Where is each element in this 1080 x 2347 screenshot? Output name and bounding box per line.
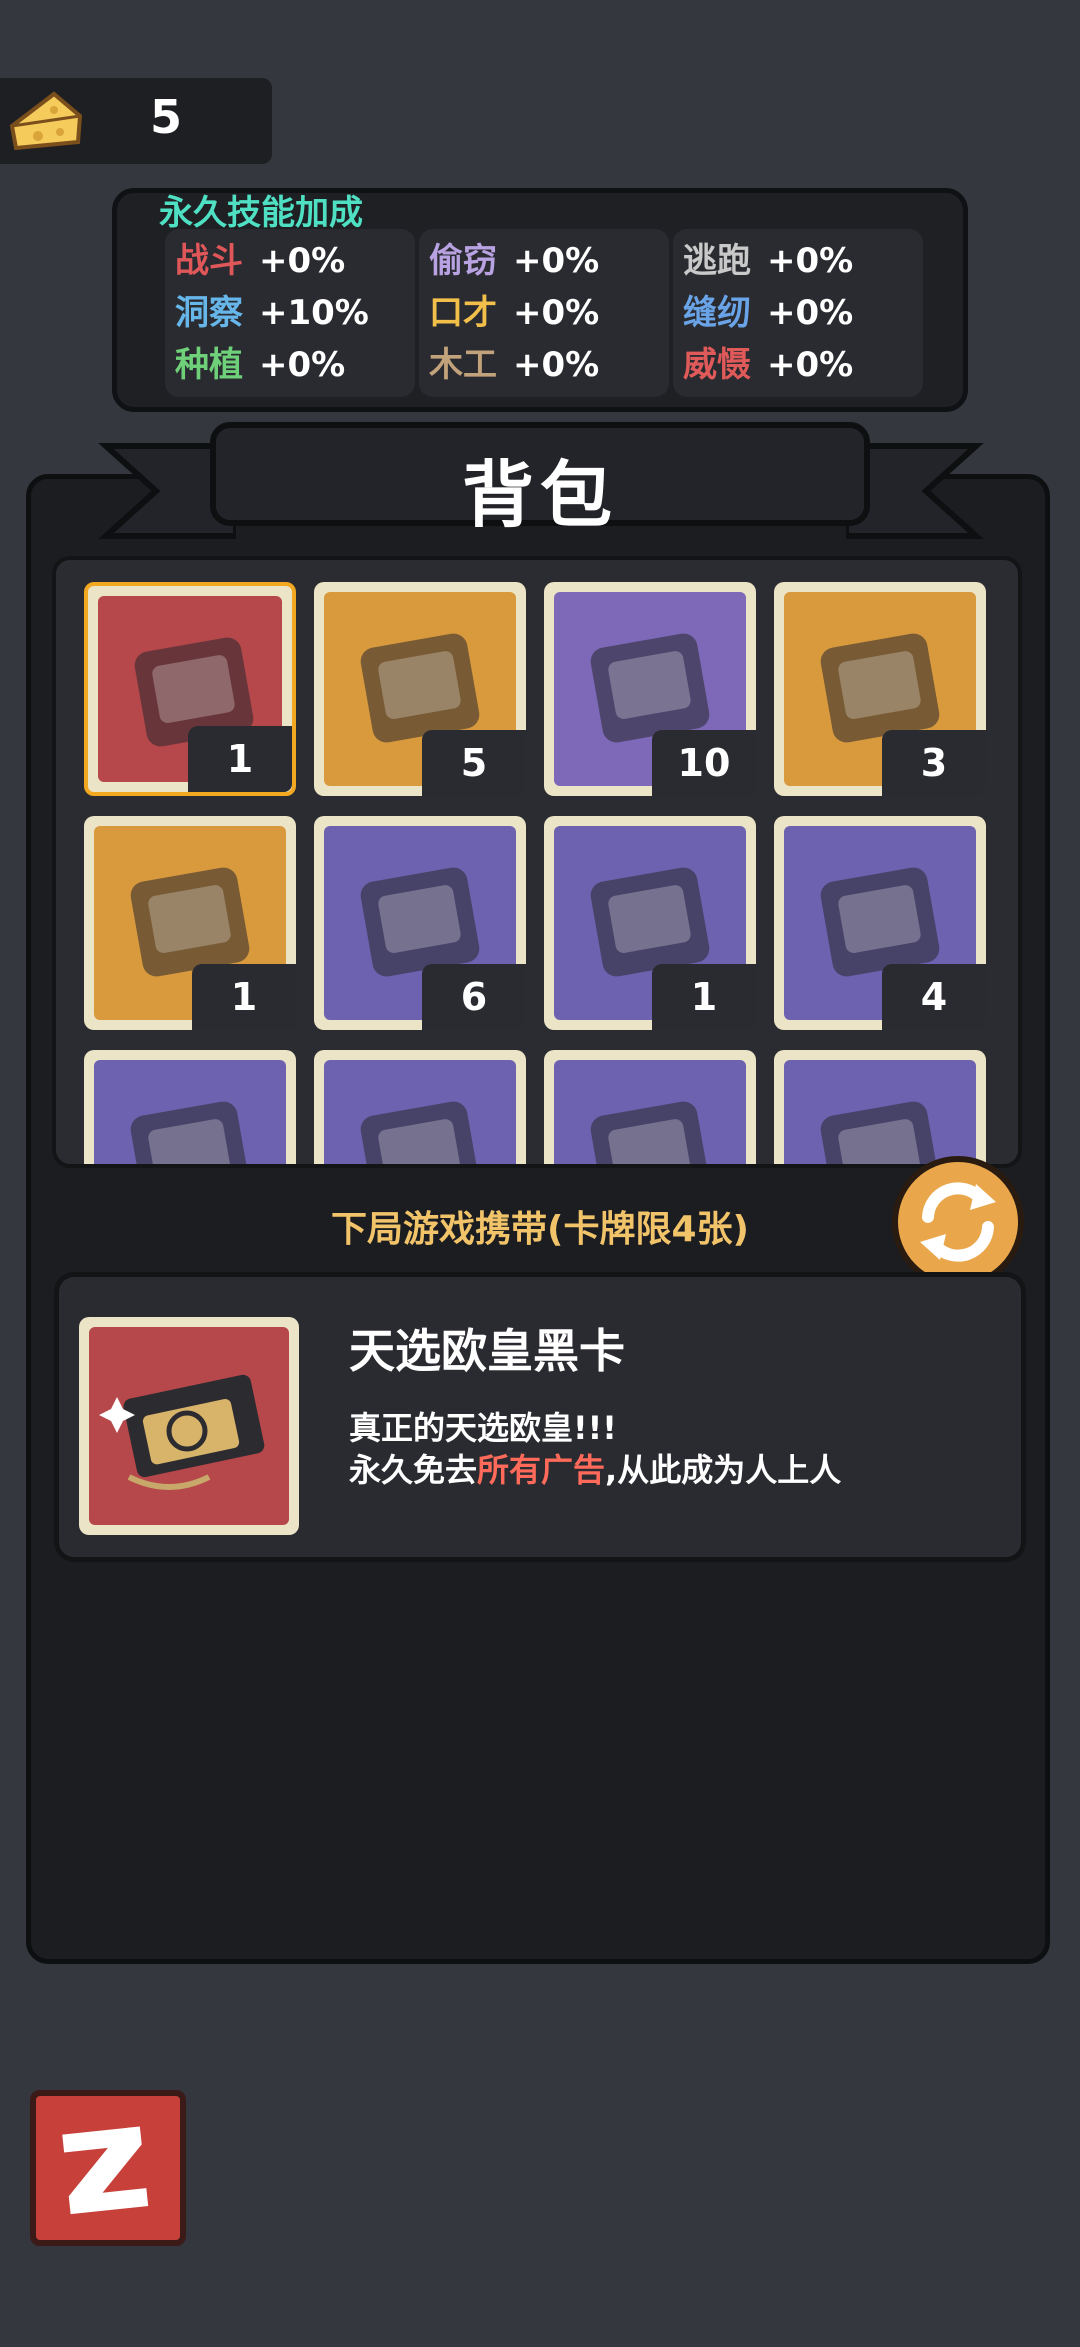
back-icon xyxy=(62,2126,149,2215)
item-card-wallet-coins[interactable]: 1 xyxy=(544,816,756,1030)
refresh-button[interactable] xyxy=(892,1156,1024,1288)
skill-name: 战斗 xyxy=(175,241,243,281)
item-grid[interactable]: 1 5 10 3 1 6 1 4 xyxy=(52,556,1022,1168)
skill-row: 逃跑 +0% xyxy=(683,233,853,285)
item-quantity: 1 xyxy=(188,726,292,792)
skill-value: +0% xyxy=(767,293,854,333)
skill-value: +10% xyxy=(259,293,369,333)
item-quantity: 3 xyxy=(882,730,986,796)
skill-row: 偷窃 +0% xyxy=(429,233,599,285)
item-card-green-packet[interactable] xyxy=(774,1050,986,1164)
skill-value: +0% xyxy=(259,345,346,385)
skill-name: 口才 xyxy=(429,293,497,333)
item-detail-panel: 天选欧皇黑卡 真正的天选欧皇!!! 永久免去所有广告,从此成为人上人 xyxy=(54,1272,1026,1562)
skill-row: 木工 +0% xyxy=(429,337,599,389)
cheese-count: 5 xyxy=(150,90,183,144)
cheese-icon xyxy=(9,91,83,151)
item-card-paper-bag[interactable] xyxy=(84,1050,296,1164)
item-card-steak-bag[interactable]: 1 xyxy=(84,816,296,1030)
skill-row: 口才 +0% xyxy=(429,285,599,337)
blue-tin-box-icon xyxy=(324,1060,516,1164)
skill-value: +0% xyxy=(767,241,854,281)
skill-value: +0% xyxy=(513,345,600,385)
skill-name: 洞察 xyxy=(175,293,243,333)
item-quantity: 6 xyxy=(422,964,526,1030)
item-card-black-card[interactable]: 1 xyxy=(84,582,296,796)
green-packet-icon xyxy=(784,1060,976,1164)
item-quantity: 1 xyxy=(652,964,756,1030)
item-card-blue-notes-bag[interactable]: 6 xyxy=(314,816,526,1030)
skill-name: 威慑 xyxy=(683,345,751,385)
paper-bag-icon xyxy=(94,1060,286,1164)
item-quantity: 10 xyxy=(652,730,756,796)
skill-value: +0% xyxy=(513,241,600,281)
skill-row: 种植 +0% xyxy=(175,337,345,389)
item-card-sauce-bottle[interactable] xyxy=(544,1050,756,1164)
skill-column: 战斗 +0% 洞察 +10% 种植 +0% xyxy=(165,229,415,397)
skill-value: +0% xyxy=(259,241,346,281)
detail-item-card xyxy=(79,1317,299,1535)
item-card-stone-mouse-tablet[interactable]: 3 xyxy=(774,582,986,796)
skill-column: 逃跑 +0% 缝纫 +0% 威慑 +0% xyxy=(673,229,923,397)
detail-desc-highlight: 所有广告 xyxy=(477,1451,606,1489)
item-quantity: 5 xyxy=(422,730,526,796)
skill-value: +0% xyxy=(513,293,600,333)
skill-bonus-title: 永久技能加成 xyxy=(159,193,363,233)
detail-desc-line2: 永久免去所有广告,从此成为人上人 xyxy=(349,1445,841,1491)
detail-desc-post: ,从此成为人上人 xyxy=(605,1451,842,1489)
item-quantity: 1 xyxy=(192,964,296,1030)
skill-name: 缝纫 xyxy=(683,293,751,333)
sauce-bottle-icon xyxy=(554,1060,746,1164)
skill-row: 缝纫 +0% xyxy=(683,285,853,337)
item-card-purple-card-box[interactable]: 10 xyxy=(544,582,756,796)
skill-row: 威慑 +0% xyxy=(683,337,853,389)
item-quantity: 4 xyxy=(882,964,986,1030)
currency-bar: 5 xyxy=(0,78,272,164)
skill-value: +0% xyxy=(767,345,854,385)
backpack-title-ribbon: 背包 xyxy=(210,422,870,537)
skill-bonus-panel: 永久技能加成 战斗 +0% 洞察 +10% 种植 +0% 偷窃 +0% 口才 +0% 木工 +0% 逃跑… xyxy=(112,188,968,412)
skill-row: 洞察 +10% xyxy=(175,285,369,337)
item-card-blue-tin-box[interactable] xyxy=(314,1050,526,1164)
skill-name: 木工 xyxy=(429,345,497,385)
detail-item-image xyxy=(89,1327,289,1525)
detail-desc-line1: 真正的天选欧皇!!! xyxy=(349,1409,617,1447)
backpack-title: 背包 xyxy=(461,453,618,537)
detail-desc-pre: 永久免去 xyxy=(349,1451,478,1489)
refresh-icon xyxy=(920,1182,996,1262)
skill-name: 种植 xyxy=(175,345,243,385)
item-card-ad-removal-pack[interactable]: 5 xyxy=(314,582,526,796)
back-button[interactable] xyxy=(30,2090,186,2246)
skill-column: 偷窃 +0% 口才 +0% 木工 +0% xyxy=(419,229,669,397)
skill-name: 逃跑 xyxy=(683,241,751,281)
skill-row: 战斗 +0% xyxy=(175,233,345,285)
skill-name: 偷窃 xyxy=(429,241,497,281)
item-card-first-aid-kit[interactable]: 4 xyxy=(774,816,986,1030)
detail-item-name: 天选欧皇黑卡 xyxy=(349,1324,625,1378)
